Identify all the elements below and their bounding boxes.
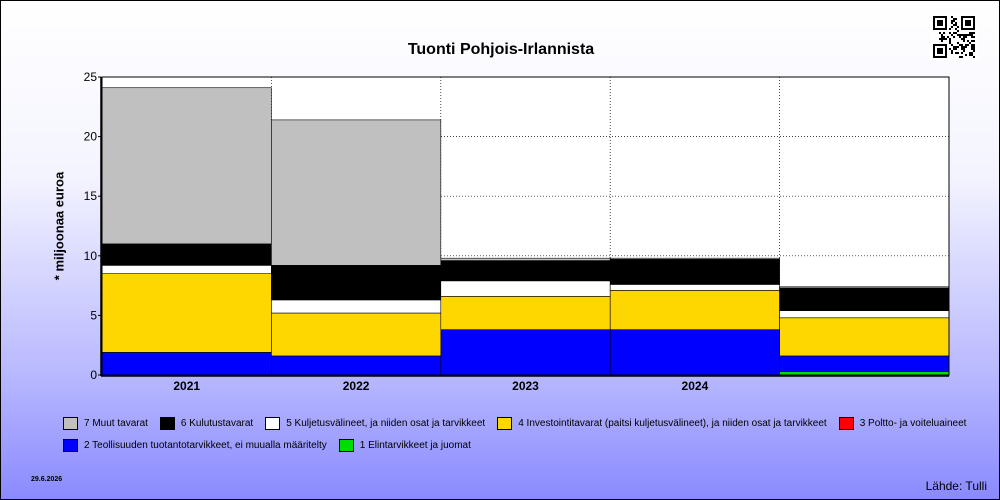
bar-2024-series-6 [609, 259, 780, 285]
legend-swatch [63, 416, 78, 430]
bar-cat4-series-1 [779, 371, 950, 376]
bar-cat4-series-2 [779, 355, 950, 372]
legend-item: 1 Elintarvikkeet ja juomat [338, 438, 471, 452]
legend-row-1: 7 Muut tavarat 6 Kulutustavarat 5 Kuljetus… [63, 415, 966, 431]
bar-cat4-series-7 [779, 286, 950, 289]
y-tick-label: 20 [84, 130, 98, 144]
bar-2023-series-4 [440, 296, 611, 331]
legend-swatch [338, 438, 354, 452]
y-tick-label: 10 [84, 249, 98, 263]
x-tick-label: 2024 [682, 379, 709, 393]
bar-2023-series-6 [440, 260, 611, 282]
legend-label: 3 Poltto- ja voiteluaineet [859, 417, 967, 429]
chart-frame: 0 5 10 15 20 25 2021 2022 2023 2024 Tuonti Pohjoi… [0, 0, 1000, 500]
bar-2024-series-4 [609, 290, 780, 331]
legend-item: 4 Investointitavarat (paitsi kuljetusväl… [497, 416, 827, 430]
bar-cat4-series-5 [779, 310, 950, 319]
bar-2023-series-5 [440, 280, 611, 297]
legend-label: 1 Elintarvikkeet ja juomat [359, 439, 471, 451]
bar-2024-series-5 [609, 284, 780, 291]
legend-swatch [63, 438, 78, 452]
x-tick-label: 2022 [343, 379, 370, 393]
x-tick-label: 2021 [173, 379, 200, 393]
bar-2021-series-5 [101, 265, 272, 274]
legend-item: 2 Teollisuuden tuotantotarvikkeet, ei mu… [63, 438, 327, 452]
legend-item: 3 Poltto- ja voiteluaineet [838, 416, 967, 430]
date-stamp: 29.6.2026 [31, 476, 63, 483]
bar-2024-series-7 [609, 257, 780, 260]
bar-2022-series-6 [271, 265, 442, 301]
legend-label: 5 Kuljetusvälineet, ja niiden osat ja ta… [286, 417, 486, 429]
bar-2023-series-7 [440, 257, 611, 261]
bar-cat4-series-6 [779, 287, 950, 311]
y-tick-label: 25 [84, 70, 98, 84]
bar-2022-series-2 [271, 355, 442, 376]
y-tick-label: 5 [90, 308, 97, 322]
legend-row-2: 2 Teollisuuden tuotantotarvikkeet, ei mu… [63, 437, 963, 453]
bar-2021-series-4 [101, 273, 272, 353]
bar-2022-series-7 [271, 119, 442, 266]
legend: 7 Muut tavarat 6 Kulutustavarat 5 Kuljetus… [63, 415, 966, 459]
legend-label: 7 Muut tavarat [84, 417, 148, 429]
legend-item: 7 Muut tavarat [63, 416, 148, 430]
bar-2023-series-2 [440, 329, 611, 376]
bar-2021-series-7 [101, 87, 272, 245]
bar-2021-series-2 [101, 352, 272, 376]
x-tick-label: 2023 [512, 379, 539, 393]
legend-label: 6 Kulutustavarat [180, 417, 254, 429]
legend-item: 6 Kulutustavarat [159, 416, 254, 430]
qr-code-icon [930, 13, 978, 59]
legend-item: 5 Kuljetusvälineet, ja niiden osat ja ta… [265, 416, 486, 430]
legend-swatch [159, 416, 175, 430]
chart-title: Tuonti Pohjois-Irlannista [407, 41, 595, 58]
bar-cat4-series-4 [779, 317, 950, 357]
legend-label: 2 Teollisuuden tuotantotarvikkeet, ei mu… [84, 439, 327, 451]
y-tick-label: 15 [84, 189, 98, 203]
bar-2022-series-4 [271, 312, 442, 357]
legend-swatch [497, 416, 513, 430]
bar-2021-series-6 [101, 243, 272, 266]
source-label: Lähde: Tulli [925, 479, 987, 493]
legend-swatch [838, 416, 854, 430]
bar-2022-series-5 [271, 299, 442, 314]
legend-label: 4 Investointitavarat (paitsi kuljetusväl… [518, 417, 827, 429]
y-tick-label: 0 [90, 368, 97, 382]
y-axis-label: * miljoonaa euroa [51, 171, 67, 281]
bar-2024-series-2 [609, 329, 780, 376]
legend-swatch [265, 416, 281, 430]
